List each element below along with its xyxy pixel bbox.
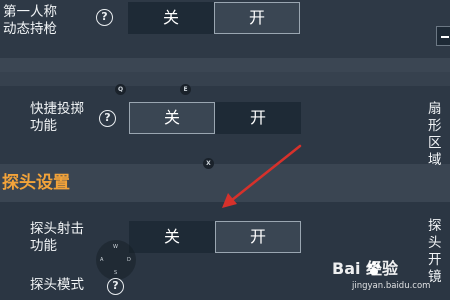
watermark-url: jingyan.baidu.com — [352, 281, 431, 291]
watermark-brand: Bai 经验 — [332, 259, 399, 278]
annotation-arrow-icon — [222, 144, 302, 208]
